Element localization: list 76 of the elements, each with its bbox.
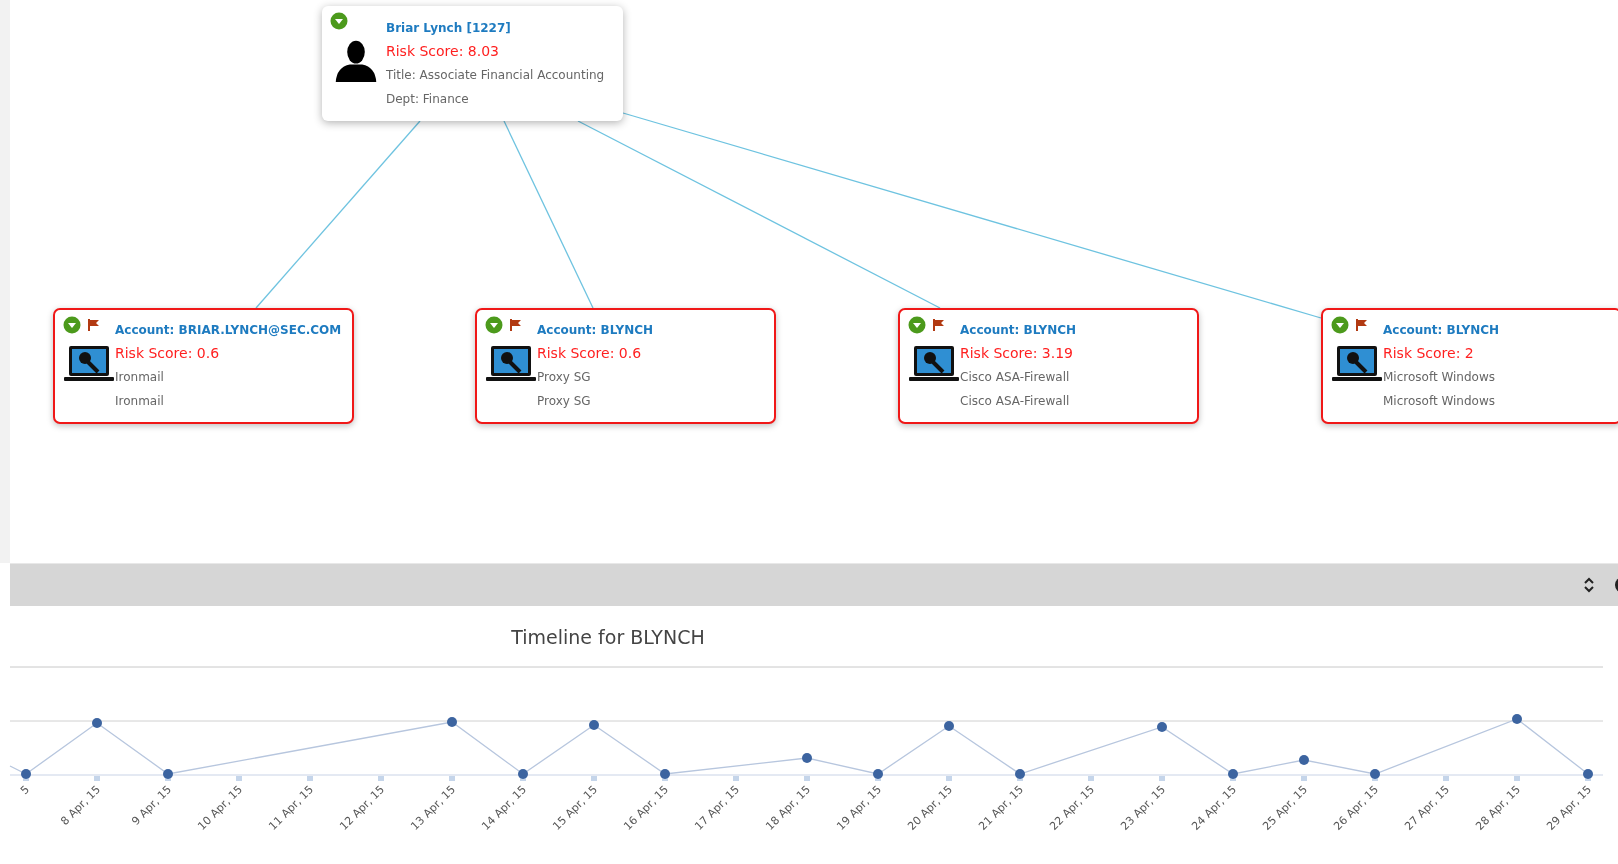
flag-icon bbox=[932, 318, 946, 332]
data-point bbox=[163, 769, 173, 779]
axis-label: 8 Apr, 15 bbox=[58, 782, 104, 828]
risk-score: Risk Score: 2 bbox=[1383, 344, 1475, 363]
expand-icon[interactable] bbox=[485, 316, 503, 334]
node-detail: Cisco ASA-Firewall bbox=[960, 393, 1071, 410]
node-title: Briar Lynch [1227] bbox=[386, 19, 512, 37]
node-detail: Ironmail bbox=[115, 393, 165, 410]
data-point bbox=[944, 721, 954, 731]
expand-icon[interactable] bbox=[330, 12, 348, 30]
axis-label: 10 Apr, 15 bbox=[195, 782, 246, 833]
data-point bbox=[660, 769, 670, 779]
account-card[interactable]: Account: BRIAR.LYNCH@SEC.COM Risk Score: 0.6 Ironmail Ironmail bbox=[53, 308, 354, 424]
axis-label: 14 Apr, 15 bbox=[479, 782, 530, 833]
axis-label: 22 Apr, 15 bbox=[1047, 782, 1098, 833]
axis-label: 23 Apr, 15 bbox=[1118, 782, 1169, 833]
data-point bbox=[873, 769, 883, 779]
chart-title: Timeline for BLYNCH bbox=[511, 626, 705, 648]
data-point bbox=[1370, 769, 1380, 779]
axis-label: 18 Apr, 15 bbox=[763, 782, 814, 833]
flag-icon bbox=[1355, 318, 1369, 332]
expand-icon[interactable] bbox=[1331, 316, 1349, 334]
axis-label: 26 Apr, 15 bbox=[1331, 782, 1382, 833]
data-point bbox=[447, 717, 457, 727]
data-point bbox=[92, 718, 102, 728]
node-detail: Dept: Finance bbox=[386, 90, 470, 108]
data-point bbox=[1228, 769, 1238, 779]
data-point bbox=[1583, 769, 1593, 779]
data-point bbox=[1512, 714, 1522, 724]
axis-label: 11 Apr, 15 bbox=[266, 782, 317, 833]
account-card[interactable]: Account: BLYNCH Risk Score: 3.19 Cisco ASA-Firewall Cisco ASA-Firewall bbox=[898, 308, 1199, 424]
flag-icon bbox=[509, 318, 523, 332]
axis-label: 28 Apr, 15 bbox=[1473, 782, 1524, 833]
axis-label: 24 Apr, 15 bbox=[1189, 782, 1240, 833]
axis-label: 21 Apr, 15 bbox=[976, 782, 1027, 833]
risk-score: Risk Score: 0.6 bbox=[537, 344, 643, 363]
data-point bbox=[589, 720, 599, 730]
node-detail: Microsoft Windows bbox=[1383, 393, 1496, 410]
node-detail: Microsoft Windows bbox=[1383, 369, 1496, 386]
data-point bbox=[802, 753, 812, 763]
axis-label: 9 Apr, 15 bbox=[129, 782, 175, 828]
account-card[interactable]: Account: BLYNCH Risk Score: 0.6 Proxy SG Proxy SG bbox=[475, 308, 776, 424]
sort-icon[interactable] bbox=[1583, 577, 1595, 593]
axis-label: 19 Apr, 15 bbox=[834, 782, 885, 833]
node-detail: Ironmail bbox=[115, 369, 165, 386]
node-detail: Title: Associate Financial Accounting bbox=[386, 66, 606, 84]
node-detail: Proxy SG bbox=[537, 369, 592, 386]
axis-label: 20 Apr, 15 bbox=[905, 782, 956, 833]
axis-label: 25 Apr, 15 bbox=[1260, 782, 1311, 833]
axis-label: 15 Apr, 15 bbox=[550, 782, 601, 833]
axis-label: 16 Apr, 15 bbox=[621, 782, 672, 833]
axis-label: 5 bbox=[18, 782, 33, 798]
node-title: Account: BRIAR.LYNCH@SEC.COM bbox=[115, 322, 343, 339]
person-card[interactable]: Briar Lynch [1227] Risk Score: 8.03 Title: Associate Financial Accounting Dept: Finance bbox=[322, 6, 623, 121]
node-title: Account: BLYNCH bbox=[1383, 322, 1501, 339]
expand-icon[interactable] bbox=[63, 316, 81, 334]
axis-label: 13 Apr, 15 bbox=[408, 782, 459, 833]
data-point bbox=[1015, 769, 1025, 779]
node-title: Account: BLYNCH bbox=[960, 322, 1078, 339]
data-point bbox=[1299, 755, 1309, 765]
flag-icon bbox=[87, 318, 101, 332]
axis-label: 12 Apr, 15 bbox=[337, 782, 388, 833]
risk-score: Risk Score: 8.03 bbox=[386, 41, 501, 61]
node-title: Account: BLYNCH bbox=[537, 322, 655, 339]
data-point bbox=[21, 769, 31, 779]
expand-icon[interactable] bbox=[908, 316, 926, 334]
data-point bbox=[518, 769, 528, 779]
data-point bbox=[1157, 722, 1167, 732]
axis-label: 27 Apr, 15 bbox=[1402, 782, 1453, 833]
axis-label: 17 Apr, 15 bbox=[692, 782, 743, 833]
risk-score: Risk Score: 0.6 bbox=[115, 344, 221, 363]
axis-label: 29 Apr, 15 bbox=[1544, 782, 1595, 833]
node-detail: Cisco ASA-Firewall bbox=[960, 369, 1071, 386]
risk-score: Risk Score: 3.19 bbox=[960, 344, 1075, 363]
account-card[interactable]: Account: BLYNCH Risk Score: 2 Microsoft Windows Microsoft Windows bbox=[1321, 308, 1618, 424]
node-detail: Proxy SG bbox=[537, 393, 592, 410]
